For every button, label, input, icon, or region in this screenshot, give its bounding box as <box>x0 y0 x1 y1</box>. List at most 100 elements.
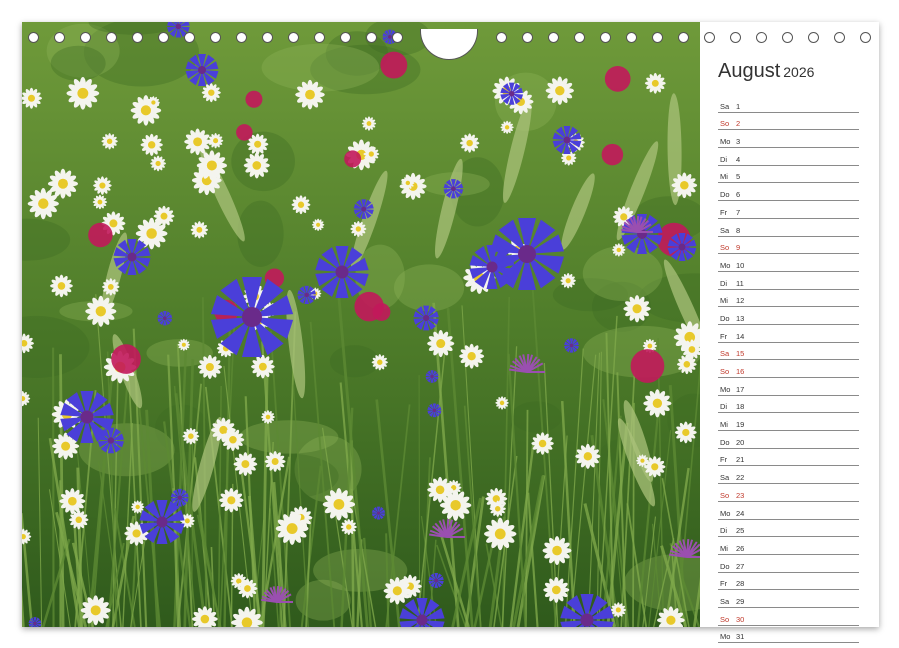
daisy-center <box>494 506 501 512</box>
cornflower-center <box>33 621 37 625</box>
daisy-center <box>346 524 352 530</box>
daisy-center <box>684 331 696 343</box>
weekday-label: Di <box>720 402 728 412</box>
weekday-label: So <box>720 614 730 624</box>
daisy-center <box>651 463 659 471</box>
daisy-center <box>555 85 565 96</box>
daisy-center <box>160 212 168 220</box>
weekday-label: Mo <box>720 384 731 394</box>
daisy-center <box>652 398 663 408</box>
day-row: Di 11 <box>718 272 859 290</box>
binding-hole <box>392 32 403 43</box>
binding-hole <box>652 32 663 43</box>
red-flower <box>380 51 408 79</box>
daisy-center <box>219 425 228 435</box>
day-number: 10 <box>736 260 745 270</box>
day-number: 8 <box>736 225 741 235</box>
daisy-center <box>583 452 593 461</box>
binding-hole <box>834 32 845 43</box>
day-number: 30 <box>736 614 745 624</box>
weekday-label: Sa <box>720 596 730 606</box>
day-number: 23 <box>736 490 745 500</box>
meadow-photo <box>22 22 700 627</box>
binding-hole <box>366 32 377 43</box>
day-number: 24 <box>736 508 745 518</box>
day-row: So 23 <box>718 484 859 502</box>
daisy-center <box>151 100 156 105</box>
cornflower-center <box>430 374 434 379</box>
daisy-center <box>229 435 237 444</box>
day-row: Fr 28 <box>718 573 859 591</box>
day-number: 1 <box>736 101 741 111</box>
daisy-center <box>196 226 203 233</box>
binding-hole <box>236 32 247 43</box>
daisy-center <box>632 304 642 314</box>
daisy-center <box>688 346 696 353</box>
day-row: Di 18 <box>718 396 859 414</box>
binding-hole <box>626 32 637 43</box>
daisy-center <box>68 496 77 506</box>
daisy-center <box>566 155 572 161</box>
daisy-center <box>450 500 461 511</box>
daisy-center <box>494 528 506 540</box>
day-row: Sa 15 <box>718 343 859 361</box>
cornflower-center <box>508 90 515 97</box>
binding-hole <box>860 32 871 43</box>
daisy-center <box>504 125 510 130</box>
day-number: 16 <box>736 367 745 376</box>
binding-hole <box>262 32 273 43</box>
cornflower-center <box>678 243 686 251</box>
binding-hole <box>184 32 195 43</box>
daisy-center <box>286 523 298 535</box>
weekday-label: Do <box>720 437 730 447</box>
day-row: Mo 31 <box>718 626 859 644</box>
binding-hole <box>522 32 533 43</box>
cornflower-center <box>434 578 439 583</box>
binding-hole <box>210 32 221 43</box>
weekday-label: Sa <box>720 349 730 359</box>
day-number: 20 <box>736 437 745 447</box>
red-flower <box>604 66 631 92</box>
daisy-center <box>666 615 676 625</box>
binding-hole <box>496 32 507 43</box>
red-flower <box>344 150 362 168</box>
cornflower-center <box>80 410 94 424</box>
daisy-center <box>620 213 628 221</box>
cornflower-center <box>569 343 574 348</box>
daisy-center <box>236 578 242 584</box>
daisy-center <box>99 182 106 189</box>
weekday-label: So <box>720 243 730 253</box>
day-row: Do 27 <box>718 555 859 573</box>
calendar-panel: August 2026 Sa 1 So 2 Mo 3 Di 4 Mi 5 Do 6 Fr 7 Sa 8 So 9 Mo… <box>718 60 859 644</box>
daisy-center <box>538 439 547 448</box>
daisy-center <box>184 518 190 524</box>
daisy-center <box>565 278 571 284</box>
day-row: Di 4 <box>718 148 859 166</box>
binding-hole <box>678 32 689 43</box>
cornflower-center <box>304 292 309 298</box>
daisy-center <box>355 226 362 232</box>
weekday-label: Do <box>720 561 730 571</box>
calendar-page: August 2026 Sa 1 So 2 Mo 3 Di 4 Mi 5 Do 6 Fr 7 Sa 8 So 9 Mo… <box>22 22 879 644</box>
day-number: 9 <box>736 243 741 253</box>
foliage-patch <box>261 43 380 92</box>
day-row: So 2 <box>718 113 859 131</box>
day-number: 2 <box>736 119 741 129</box>
day-row: Mi 26 <box>718 537 859 555</box>
cornflower-center <box>177 495 182 500</box>
binding-hole <box>340 32 351 43</box>
day-row: Mi 12 <box>718 290 859 308</box>
binding-hole <box>28 32 39 43</box>
daisy-center <box>75 516 82 524</box>
binding-hole <box>314 32 325 43</box>
daisy-center <box>147 141 156 149</box>
daisy-center <box>135 504 140 510</box>
daisy-center <box>615 607 621 613</box>
daisy-center <box>392 586 402 596</box>
daisy-center <box>205 362 214 372</box>
cornflower-center <box>432 408 437 413</box>
cornflower-center <box>451 186 456 192</box>
red-flower <box>372 303 391 321</box>
day-row: So 9 <box>718 237 859 255</box>
binding-hole <box>132 32 143 43</box>
